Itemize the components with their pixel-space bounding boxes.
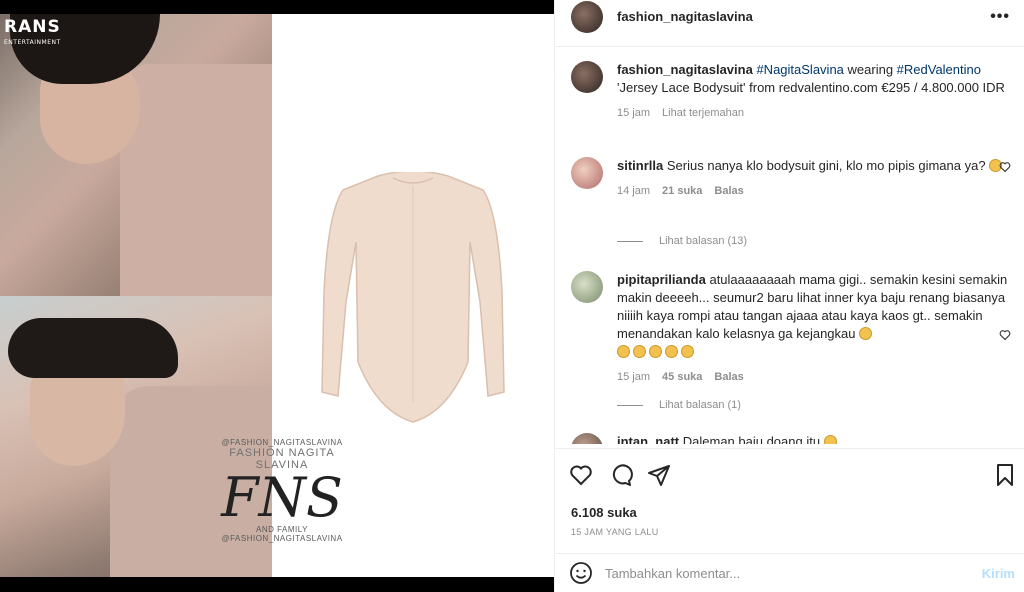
view-replies-label: Lihat balasan (13): [659, 235, 748, 247]
post-side-panel: fashion_nagitaslavina ••• fashion_nagita…: [554, 0, 1024, 592]
comment-time[interactable]: 14 jam: [617, 185, 650, 197]
watermark: @FASHION_NAGITASLAVINA FASHION NAGITA SL…: [202, 438, 362, 543]
logo-sub: ENTERTAINMENT: [4, 39, 61, 46]
caption-time[interactable]: 15 jam: [617, 107, 650, 119]
comment-icon[interactable]: [609, 463, 633, 487]
emoji-icon: [859, 327, 873, 340]
bodysuit-image: [321, 172, 505, 423]
emoji-icon: [617, 345, 630, 358]
comment-time[interactable]: 15 jam: [617, 371, 650, 383]
avatar[interactable]: [571, 61, 603, 93]
hashtag-link[interactable]: #RedValentino: [897, 62, 981, 77]
comment-input[interactable]: [605, 565, 955, 581]
comment-username[interactable]: sitinrlla: [617, 158, 663, 173]
like-comment-heart-icon[interactable]: [999, 329, 1011, 341]
comment-body: Serius nanya klo bodysuit gini, klo mo p…: [666, 158, 986, 173]
comment-body: Daleman baju doang itu: [682, 434, 821, 444]
avatar[interactable]: [571, 0, 603, 33]
caption-text-part: wearing: [843, 62, 897, 77]
comment-text: pipitaprilianda atulaaaaaaaah mama gigi.…: [617, 271, 1011, 361]
reply-button[interactable]: Balas: [714, 185, 743, 197]
emoji-icon: [649, 345, 662, 358]
heart-icon[interactable]: [569, 463, 593, 487]
post-header: fashion_nagitaslavina •••: [555, 0, 1024, 33]
comment-item: sitinrlla Serius nanya klo bodysuit gini…: [571, 157, 1011, 197]
post-media[interactable]: RANS ENTERTAINMENT @FASHION_NAGITASLAVIN…: [0, 0, 554, 592]
replies-line: [617, 404, 643, 406]
emoji-icon: [665, 345, 678, 358]
view-replies-button[interactable]: Lihat balasan (13): [617, 235, 747, 247]
instagram-post-view: RANS ENTERTAINMENT @FASHION_NAGITASLAVIN…: [0, 0, 1024, 592]
comment-username[interactable]: pipitaprilianda: [617, 272, 706, 287]
emoji-icon: [633, 345, 646, 358]
watermark-handle-2: @FASHION_NAGITASLAVINA: [221, 534, 343, 543]
hashtag-link[interactable]: #NagitaSlavina: [756, 62, 843, 77]
emoji-picker-icon[interactable]: [569, 561, 593, 585]
view-replies-button[interactable]: Lihat balasan (1): [617, 399, 741, 411]
watermark-handle: @FASHION_NAGITASLAVINA: [221, 438, 343, 447]
caption-username[interactable]: fashion_nagitaslavina: [617, 62, 753, 77]
photo-top: RANS ENTERTAINMENT: [0, 14, 272, 296]
hair-shape: [8, 318, 178, 378]
rans-logo: RANS ENTERTAINMENT: [4, 17, 61, 50]
reply-button[interactable]: Balas: [714, 371, 743, 383]
avatar[interactable]: [571, 433, 603, 444]
comment-text: intan_natt Daleman baju doang itu: [617, 433, 1011, 444]
avatar[interactable]: [571, 271, 603, 303]
comment-likes[interactable]: 21 suka: [662, 185, 702, 197]
replies-line: [617, 240, 643, 242]
header-username[interactable]: fashion_nagitaslavina: [617, 9, 753, 24]
comment-meta: 14 jam 21 suka Balas: [617, 185, 1011, 197]
watermark-monogram: FNS: [221, 466, 343, 529]
post-time[interactable]: 15 JAM YANG LALU: [571, 527, 659, 537]
logo-text: RANS: [4, 17, 61, 37]
translate-link[interactable]: Lihat terjemahan: [662, 107, 744, 119]
view-replies-label: Lihat balasan (1): [659, 399, 741, 411]
caption-text-part: 'Jersey Lace Bodysuit' from redvalentino…: [617, 80, 1005, 95]
comments-list[interactable]: fashion_nagitaslavina #NagitaSlavina wea…: [555, 46, 1024, 444]
share-icon[interactable]: [647, 463, 671, 487]
comment-item: intan_natt Daleman baju doang itu: [571, 433, 1011, 444]
post-image: RANS ENTERTAINMENT @FASHION_NAGITASLAVIN…: [0, 14, 554, 577]
comment-username[interactable]: intan_natt: [617, 434, 679, 444]
more-options-icon[interactable]: •••: [990, 8, 1010, 26]
bookmark-icon[interactable]: [993, 463, 1017, 487]
comment-text: sitinrlla Serius nanya klo bodysuit gini…: [617, 157, 1011, 175]
comment-item: pipitaprilianda atulaaaaaaaah mama gigi.…: [571, 271, 1011, 383]
likes-count[interactable]: 6.108 suka: [571, 505, 637, 520]
post-button[interactable]: Kirim: [982, 566, 1015, 581]
avatar[interactable]: [571, 157, 603, 189]
vest-shape: [120, 64, 272, 296]
emoji-icon: [823, 435, 837, 444]
post-actions: 6.108 suka 15 JAM YANG LALU: [555, 448, 1024, 551]
add-comment-bar: Kirim: [555, 553, 1024, 592]
caption: fashion_nagitaslavina #NagitaSlavina wea…: [571, 61, 1011, 119]
emoji-icon: [681, 345, 694, 358]
comment-meta: 15 jam 45 suka Balas: [617, 371, 1011, 383]
caption-text: fashion_nagitaslavina #NagitaSlavina wea…: [617, 61, 1011, 97]
caption-meta: 15 jam Lihat terjemahan: [617, 107, 1011, 119]
like-comment-heart-icon[interactable]: [999, 161, 1011, 173]
comment-likes[interactable]: 45 suka: [662, 371, 702, 383]
